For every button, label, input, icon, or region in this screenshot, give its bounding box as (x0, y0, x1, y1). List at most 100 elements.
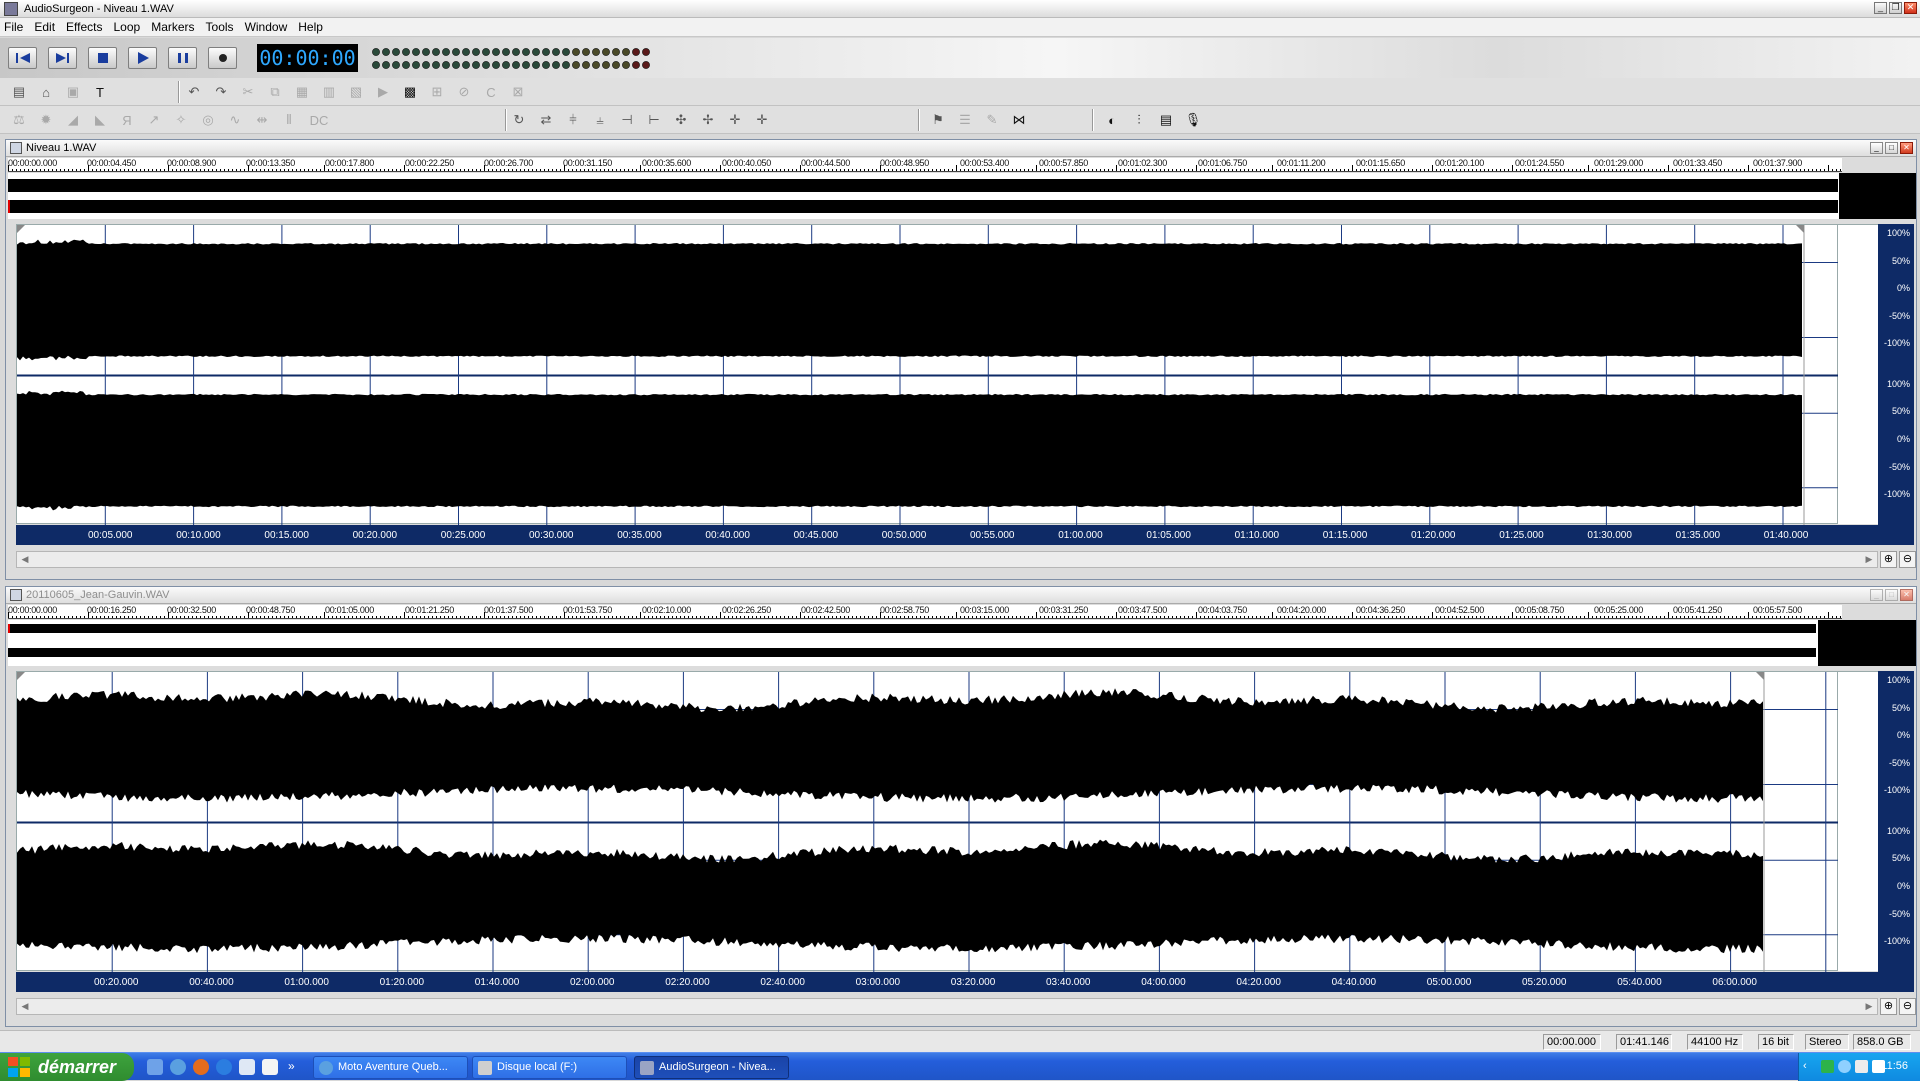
close-button[interactable]: ✕ (1904, 2, 1917, 14)
snap-icon[interactable]: ⋈ (1010, 111, 1028, 129)
play-button[interactable] (128, 47, 157, 69)
trim-icon[interactable]: ⊞ (428, 83, 446, 101)
open-folder-icon[interactable]: ⌂ (37, 83, 55, 101)
waveform-view[interactable] (16, 671, 1839, 972)
forward-button[interactable] (48, 47, 77, 69)
rewind-button[interactable] (8, 47, 37, 69)
loop-icon[interactable]: ↻ (510, 111, 528, 129)
zoom-in-button[interactable]: ⊕ (1880, 998, 1897, 1015)
menu-loop[interactable]: Loop (110, 20, 148, 34)
split-icon[interactable]: ⫩ (564, 111, 582, 129)
zoom-out-button[interactable]: ⊖ (1899, 998, 1916, 1015)
stop-button[interactable] (88, 47, 117, 69)
paste-new-icon[interactable]: ▧ (347, 83, 365, 101)
dc-offset-icon[interactable]: DC (307, 111, 331, 129)
invert-icon[interactable]: ↗ (145, 111, 163, 129)
quicklaunch-notepad-icon[interactable] (262, 1059, 278, 1075)
fit-icon[interactable]: ⊠ (509, 83, 527, 101)
crop-icon[interactable]: ▶ (374, 83, 392, 101)
menu-file[interactable]: File (0, 20, 30, 34)
tray-volume-icon[interactable] (1855, 1060, 1868, 1073)
text-icon[interactable]: T (91, 83, 109, 101)
paste-icon[interactable]: ▦ (293, 83, 311, 101)
undo-icon[interactable]: ↶ (185, 83, 203, 101)
merge-icon[interactable]: ⫨ (591, 111, 609, 129)
doc-minimize-button[interactable]: _ (1870, 589, 1883, 601)
minimize-button[interactable]: _ (1874, 2, 1887, 14)
tray-expand-icon[interactable]: ‹ (1803, 1060, 1816, 1073)
overview-waveform[interactable] (8, 173, 1916, 219)
pause-button[interactable] (168, 47, 197, 69)
zoom-out-button[interactable]: ⊖ (1899, 551, 1916, 568)
menu-effects[interactable]: Effects (62, 20, 109, 34)
quicklaunch-firefox-icon[interactable] (193, 1059, 209, 1075)
gear-icon[interactable]: ✹ (37, 111, 55, 129)
move-left-icon[interactable]: ⊣ (618, 111, 636, 129)
cursor-left-icon[interactable]: ✛ (726, 111, 744, 129)
reverse-icon[interactable]: Я (118, 111, 136, 129)
doc-close-button[interactable]: ✕ (1900, 142, 1913, 154)
loop-selection-icon[interactable]: ⇄ (537, 111, 555, 129)
doc-minimize-button[interactable]: _ (1870, 142, 1883, 154)
quicklaunch-more-icon[interactable]: » (288, 1059, 304, 1075)
scroll-left-arrow[interactable]: ◀ (17, 999, 33, 1014)
tray-network-icon[interactable] (1838, 1060, 1851, 1073)
marker-list-icon[interactable]: ☰ (956, 111, 974, 129)
mixer-icon[interactable]: ⫶ (1130, 111, 1148, 129)
menu-window[interactable]: Window (241, 20, 295, 34)
app-icon[interactable] (4, 1, 18, 16)
horizontal-scrollbar[interactable]: ◀ ▶ (16, 998, 1878, 1015)
overview-waveform[interactable] (8, 620, 1916, 666)
save-icon[interactable]: ▣ (64, 83, 82, 101)
link-icon[interactable]: ⊘ (455, 83, 473, 101)
marker-icon[interactable]: ⚑ (929, 111, 947, 129)
overview-time-ruler[interactable]: 00:00:00.000 00:00:16.250 00:00:32.500 00:0… (8, 605, 1842, 619)
compressor-icon[interactable]: ⇹ (253, 111, 271, 129)
balance-icon[interactable]: ⚖ (10, 111, 28, 129)
start-button[interactable]: démarrer (0, 1053, 134, 1081)
zoom-in-button[interactable]: ⊕ (1880, 551, 1897, 568)
dsp-icon[interactable]: ◎ (199, 111, 217, 129)
quicklaunch-desktop-icon[interactable] (147, 1059, 163, 1075)
equalizer-icon[interactable]: ⦀ (280, 111, 298, 129)
cursor-right-icon[interactable]: ✛ (753, 111, 771, 129)
menu-markers[interactable]: Markers (147, 20, 201, 34)
tray-security-icon[interactable] (1821, 1060, 1834, 1073)
record-button[interactable] (208, 47, 237, 69)
c-icon[interactable]: C (482, 83, 500, 101)
magic-wand-icon[interactable]: ✧ (172, 111, 190, 129)
scroll-left-arrow[interactable]: ◀ (17, 552, 33, 567)
restore-button[interactable]: ❐ (1889, 2, 1902, 14)
marker-edit-icon[interactable]: ✎ (983, 111, 1001, 129)
microphone-icon[interactable]: 🎙 (1184, 111, 1202, 129)
doc-maximize-button[interactable]: □ (1885, 589, 1898, 601)
doc-close-button[interactable]: ✕ (1900, 589, 1913, 601)
shrink-icon[interactable]: ✢ (699, 111, 717, 129)
overview-time-ruler[interactable]: 00:00:00.000 00:00:04.450 00:00:08.900 00:0… (8, 158, 1842, 172)
quicklaunch-skype-icon[interactable] (216, 1059, 232, 1075)
paste-mix-icon[interactable]: ▥ (320, 83, 338, 101)
task-moto-aventure[interactable]: Moto Aventure Queb... (313, 1056, 468, 1079)
playlist-icon[interactable]: ▤ (1157, 111, 1175, 129)
task-audiosurgeon[interactable]: AudioSurgeon - Nivea... (634, 1056, 789, 1079)
expand-icon[interactable]: ✣ (672, 111, 690, 129)
quicklaunch-mail-icon[interactable] (239, 1059, 255, 1075)
fade-in-icon[interactable]: ◢ (64, 111, 82, 129)
fade-out-icon[interactable]: ◣ (91, 111, 109, 129)
waveform-view[interactable] (16, 224, 1839, 525)
redo-icon[interactable]: ↷ (212, 83, 230, 101)
cut-icon[interactable]: ✂ (239, 83, 257, 101)
menu-help[interactable]: Help (294, 20, 330, 34)
new-file-icon[interactable]: ▤ (10, 83, 28, 101)
menu-edit[interactable]: Edit (30, 20, 62, 34)
scroll-right-arrow[interactable]: ▶ (1861, 999, 1877, 1014)
doc-maximize-button[interactable]: □ (1885, 142, 1898, 154)
move-right-icon[interactable]: ⊢ (645, 111, 663, 129)
select-all-icon[interactable]: ▩ (401, 83, 419, 101)
filter-icon[interactable]: ∿ (226, 111, 244, 129)
scroll-right-arrow[interactable]: ▶ (1861, 552, 1877, 567)
copy-icon[interactable]: ⧉ (266, 83, 284, 101)
playhead-marker[interactable] (8, 624, 10, 633)
quicklaunch-ie-icon[interactable] (170, 1059, 186, 1075)
analyzer-icon[interactable]: ◐ (1103, 111, 1121, 129)
